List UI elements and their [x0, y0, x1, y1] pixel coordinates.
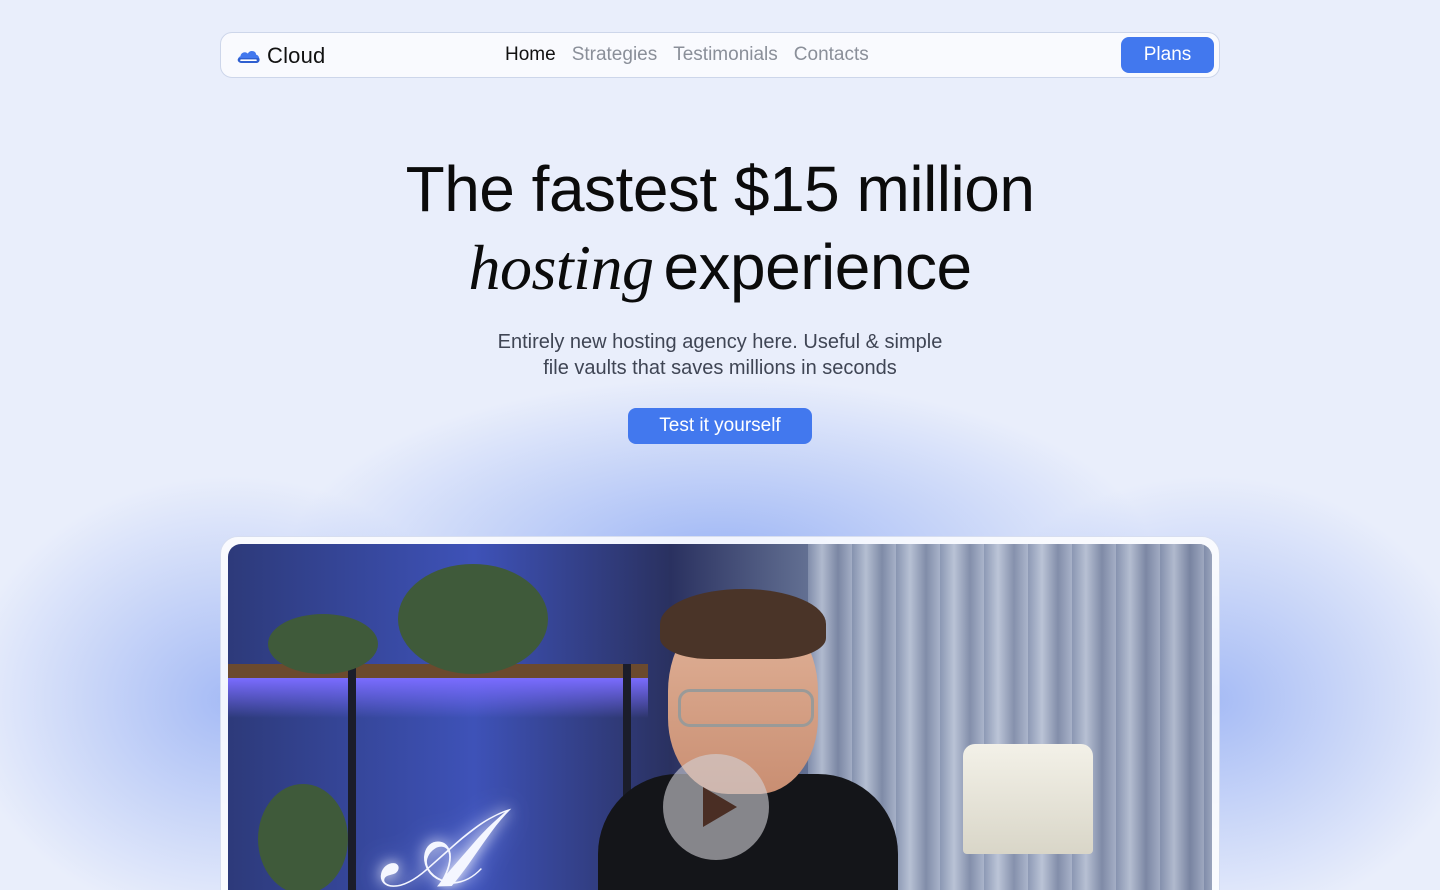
hero-subtitle-line1: Entirely new hosting agency here. Useful…: [497, 331, 943, 353]
play-icon: [703, 787, 737, 827]
nav-link-strategies[interactable]: Strategies: [572, 44, 658, 66]
video-lamp: [963, 744, 1093, 854]
hero-headline-line1: The fastest $15 million: [405, 153, 1035, 225]
cloud-icon: [237, 50, 260, 63]
video-person-hair: [660, 589, 826, 659]
hero-subtitle: Entirely new hosting agency here. Useful…: [0, 329, 1440, 381]
hero-headline-italic: hosting: [468, 232, 654, 303]
video-plant: [398, 564, 548, 674]
video-card: 𝒜: [220, 536, 1220, 890]
nav-link-home[interactable]: Home: [505, 44, 556, 66]
plans-button[interactable]: Plans: [1121, 37, 1214, 73]
video-person-glasses: [678, 689, 814, 727]
video-plant: [258, 784, 348, 890]
video-player[interactable]: 𝒜: [228, 544, 1212, 890]
nav-link-contacts[interactable]: Contacts: [794, 44, 869, 66]
top-navbar: Cloud Home Strategies Testimonials Conta…: [220, 32, 1220, 78]
hero-section: The fastest $15 million hosting experienc…: [0, 150, 1440, 381]
hero-subtitle-line2: file vaults that saves millions in secon…: [543, 357, 897, 379]
test-it-yourself-button[interactable]: Test it yourself: [628, 408, 812, 444]
video-shelf-glow: [228, 678, 648, 718]
video-plant: [268, 614, 378, 674]
hero-headline-line2: hosting experience: [0, 228, 1440, 307]
play-button[interactable]: [663, 754, 769, 860]
brand-name: Cloud: [267, 43, 326, 68]
nav-link-testimonials[interactable]: Testimonials: [673, 44, 778, 66]
video-shelf-leg: [348, 664, 356, 890]
nav-links: Home Strategies Testimonials Contacts: [505, 33, 869, 77]
hero-headline-rest: experience: [663, 231, 972, 303]
video-neon-sign: 𝒜: [378, 784, 483, 890]
brand-logo[interactable]: Cloud: [235, 42, 325, 70]
